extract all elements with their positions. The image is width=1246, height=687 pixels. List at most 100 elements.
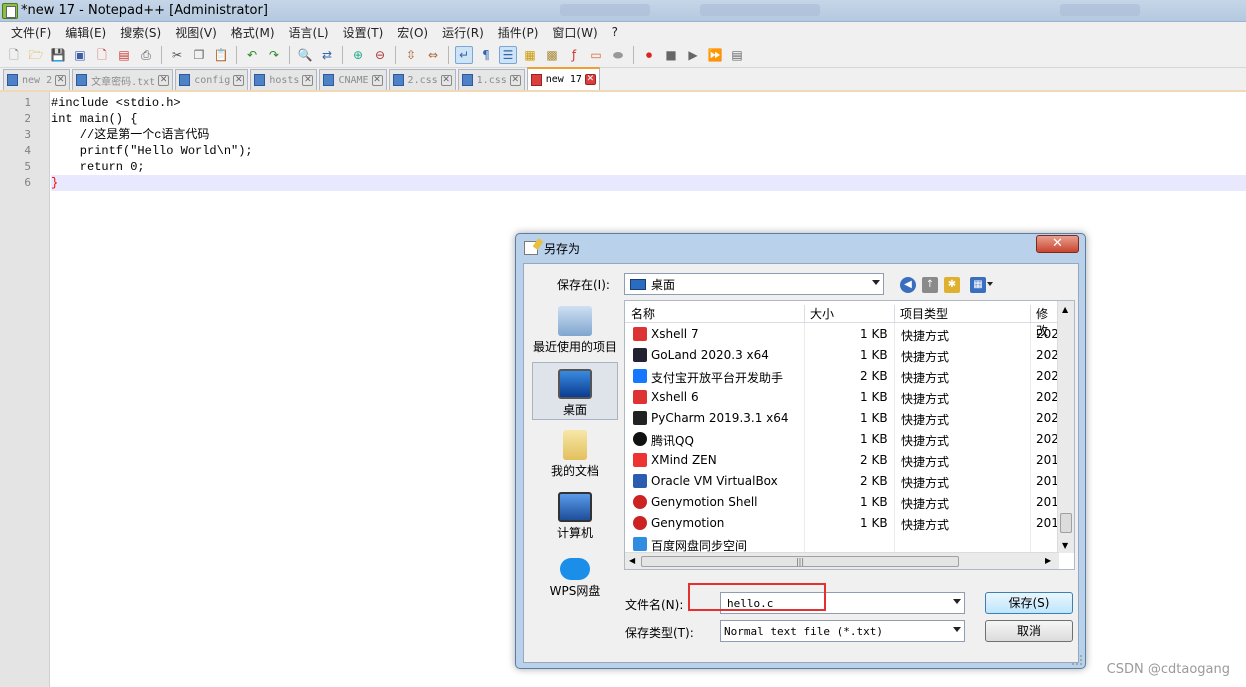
- column-size[interactable]: 大小: [810, 305, 834, 322]
- file-row[interactable]: Oracle VM VirtualBox 2 KB 快捷方式 201: [625, 471, 1059, 492]
- save-in-dropdown[interactable]: 桌面: [624, 273, 884, 295]
- close-tab-icon[interactable]: ✕: [584, 74, 596, 85]
- tab-new-2[interactable]: new 2 ✕: [3, 69, 71, 90]
- stop-macro-icon[interactable]: ■: [662, 46, 680, 64]
- save-icon[interactable]: 💾: [49, 46, 67, 64]
- column-type[interactable]: 项目类型: [900, 305, 948, 322]
- place-wps-cloud[interactable]: WPS网盘: [532, 548, 618, 606]
- back-icon[interactable]: ◀: [900, 277, 916, 293]
- file-row[interactable]: GoLand 2020.3 x64 1 KB 快捷方式 202: [625, 345, 1059, 366]
- code-line[interactable]: //这是第一个c语言代码: [51, 127, 1246, 143]
- code-line[interactable]: int main() {: [51, 111, 1246, 127]
- file-row[interactable]: PyCharm 2019.3.1 x64 1 KB 快捷方式 202: [625, 408, 1059, 429]
- up-folder-icon[interactable]: ↑: [922, 277, 938, 293]
- close-all-icon[interactable]: ▤: [115, 46, 133, 64]
- run-macro-multiple-icon[interactable]: ⏩: [706, 46, 724, 64]
- word-wrap-icon[interactable]: ↵: [455, 45, 473, 64]
- function-list-icon[interactable]: ƒ: [565, 46, 583, 64]
- close-tab-icon[interactable]: ✕: [302, 74, 314, 86]
- file-row[interactable]: Xshell 6 1 KB 快捷方式 202: [625, 387, 1059, 408]
- tab-2-css[interactable]: 2.css ✕: [388, 69, 456, 90]
- menu-window[interactable]: 窗口(W): [545, 24, 604, 41]
- undo-icon[interactable]: ↶: [243, 46, 261, 64]
- folder-workspace-icon[interactable]: ▭: [587, 46, 605, 64]
- tab-new-17[interactable]: new 17 ✕: [526, 67, 600, 90]
- place-documents[interactable]: 我的文档: [532, 424, 618, 482]
- code-line[interactable]: return 0;: [51, 159, 1246, 175]
- tab-config[interactable]: config ✕: [175, 69, 249, 90]
- zoom-out-icon[interactable]: ⊖: [371, 46, 389, 64]
- vertical-scrollbar[interactable]: ▲ ▼: [1057, 301, 1074, 553]
- menu-run[interactable]: 运行(R): [435, 24, 491, 41]
- sync-horizontal-icon[interactable]: ⇔: [424, 46, 442, 64]
- zoom-in-icon[interactable]: ⊕: [349, 46, 367, 64]
- menu-language[interactable]: 语言(L): [282, 24, 336, 41]
- cancel-button[interactable]: 取消: [985, 620, 1073, 642]
- close-file-icon[interactable]: 🗋: [93, 46, 111, 64]
- save-macro-icon[interactable]: ▤: [728, 46, 746, 64]
- menu-settings[interactable]: 设置(T): [336, 24, 391, 41]
- udl-icon[interactable]: ▦: [521, 46, 539, 64]
- resize-grip-icon[interactable]: [1072, 655, 1082, 665]
- tab-cname[interactable]: CNAME ✕: [319, 69, 387, 90]
- show-all-chars-icon[interactable]: ¶: [477, 46, 495, 64]
- place-desktop[interactable]: 桌面: [532, 362, 618, 420]
- place-recent[interactable]: 最近使用的项目: [532, 300, 618, 360]
- tab-article-password[interactable]: 文章密码.txt ✕: [72, 69, 174, 90]
- tab-hosts[interactable]: hosts ✕: [250, 69, 318, 90]
- close-tab-icon[interactable]: ✕: [509, 74, 521, 86]
- file-list[interactable]: 名称 大小 项目类型 修改 Xshell 7 1 KB 快捷方式 202 GoLand…: [624, 300, 1075, 570]
- file-row[interactable]: 腾讯QQ 1 KB 快捷方式 202: [625, 429, 1059, 450]
- code-line[interactable]: #include <stdio.h>: [51, 95, 1246, 111]
- close-tab-icon[interactable]: ✕: [158, 74, 170, 86]
- horizontal-scrollbar[interactable]: ◀ ||| ▶: [625, 552, 1059, 569]
- close-tab-icon[interactable]: ✕: [233, 74, 245, 86]
- filetype-select[interactable]: Normal text file (*.txt): [720, 620, 965, 642]
- scroll-down-icon[interactable]: ▼: [1062, 541, 1068, 550]
- replace-icon[interactable]: ⇄: [318, 46, 336, 64]
- monitoring-icon[interactable]: ⬬: [609, 46, 627, 64]
- scroll-thumb[interactable]: |||: [641, 556, 959, 567]
- place-computer[interactable]: 计算机: [532, 486, 618, 544]
- dialog-close-button[interactable]: ✕: [1036, 235, 1079, 253]
- file-row[interactable]: 支付宝开放平台开发助手 2 KB 快捷方式 202: [625, 366, 1059, 387]
- code-text[interactable]: #include <stdio.h> int main() { //这是第一个c…: [51, 92, 1246, 191]
- paste-icon[interactable]: 📋: [212, 46, 230, 64]
- menu-plugins[interactable]: 插件(P): [491, 24, 546, 41]
- record-macro-icon[interactable]: ⏺: [640, 46, 658, 64]
- menu-search[interactable]: 搜索(S): [113, 24, 168, 41]
- file-row[interactable]: XMind ZEN 2 KB 快捷方式 201: [625, 450, 1059, 471]
- code-line[interactable]: printf("Hello World\n");: [51, 143, 1246, 159]
- chevron-down-icon[interactable]: [953, 599, 961, 604]
- menu-format[interactable]: 格式(M): [224, 24, 282, 41]
- code-line-current[interactable]: }: [51, 175, 1246, 191]
- scroll-thumb[interactable]: [1060, 513, 1072, 533]
- tab-1-css[interactable]: 1.css ✕: [457, 69, 525, 90]
- cut-icon[interactable]: ✂: [168, 46, 186, 64]
- doc-map-icon[interactable]: ▩: [543, 46, 561, 64]
- chevron-down-icon[interactable]: [987, 282, 993, 286]
- view-menu-icon[interactable]: ▦: [970, 277, 986, 293]
- save-button[interactable]: 保存(S): [985, 592, 1073, 614]
- close-tab-icon[interactable]: ✕: [55, 74, 67, 86]
- file-row[interactable]: Genymotion 1 KB 快捷方式 201: [625, 513, 1059, 534]
- file-row[interactable]: Genymotion Shell 1 KB 快捷方式 201: [625, 492, 1059, 513]
- close-tab-icon[interactable]: ✕: [371, 74, 383, 86]
- sync-vertical-icon[interactable]: ⇳: [402, 46, 420, 64]
- menu-macro[interactable]: 宏(O): [390, 24, 435, 41]
- indent-guide-icon[interactable]: ☰: [499, 45, 517, 64]
- find-icon[interactable]: 🔍: [296, 46, 314, 64]
- menu-file[interactable]: 文件(F): [4, 24, 58, 41]
- menu-view[interactable]: 视图(V): [168, 24, 224, 41]
- scroll-right-icon[interactable]: ▶: [1045, 556, 1051, 565]
- save-all-icon[interactable]: ▣: [71, 46, 89, 64]
- menu-edit[interactable]: 编辑(E): [58, 24, 113, 41]
- close-tab-icon[interactable]: ✕: [440, 74, 452, 86]
- redo-icon[interactable]: ↷: [265, 46, 283, 64]
- column-name[interactable]: 名称: [631, 305, 655, 322]
- scroll-left-icon[interactable]: ◀: [629, 556, 635, 565]
- new-folder-icon[interactable]: ✱: [944, 277, 960, 293]
- scroll-up-icon[interactable]: ▲: [1062, 305, 1068, 314]
- copy-icon[interactable]: ❐: [190, 46, 208, 64]
- file-row[interactable]: Xshell 7 1 KB 快捷方式 202: [625, 324, 1059, 345]
